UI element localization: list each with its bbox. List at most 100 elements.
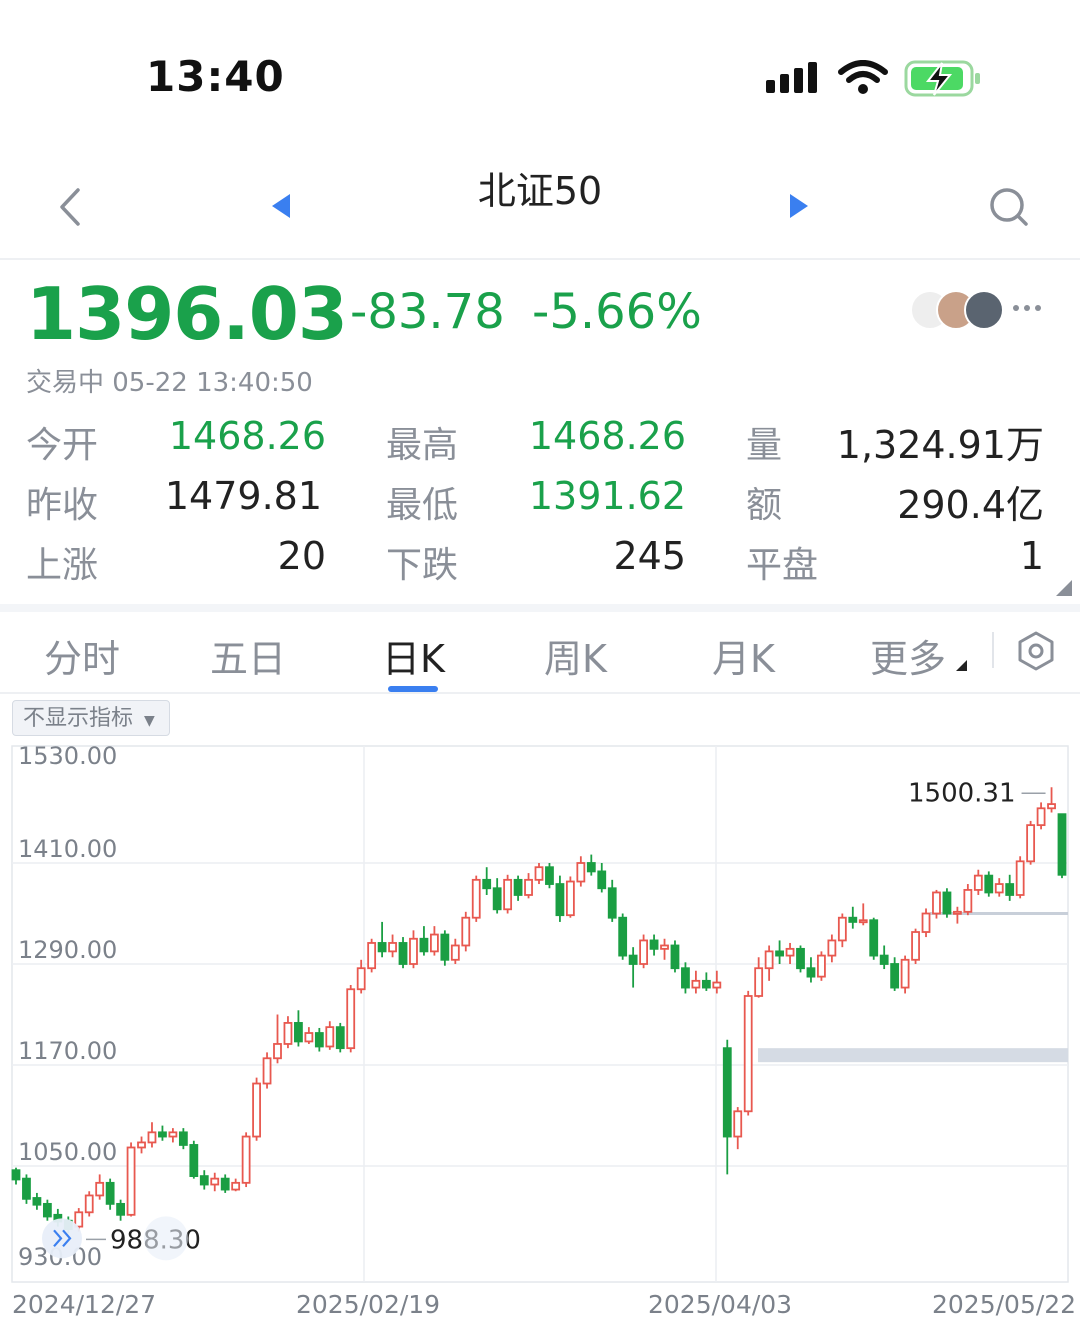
candle-up — [994, 883, 1004, 894]
high-value: 1468.26 — [528, 414, 686, 458]
candle-down — [555, 883, 565, 917]
candle-down — [42, 1202, 52, 1218]
candle-up — [1026, 824, 1036, 863]
candle-up — [304, 1032, 314, 1043]
candle-down — [869, 919, 879, 957]
candle-down — [513, 878, 523, 896]
candle-down — [984, 874, 994, 894]
amount-label: 额 — [746, 485, 783, 526]
status-time: 13:40 — [146, 52, 285, 101]
y-tick-label: 1410.00 — [18, 835, 117, 863]
candle-down — [116, 1202, 125, 1216]
x-tick-label: 2025/02/19 — [296, 1290, 441, 1319]
candle-up — [429, 933, 439, 953]
candle-down — [607, 887, 617, 919]
candle-down — [942, 891, 952, 915]
chart-frame — [11, 745, 1069, 1283]
candle-up — [900, 958, 910, 989]
candle-up — [241, 1135, 251, 1184]
settings-hexagon-icon[interactable] — [1016, 630, 1056, 672]
wifi-icon — [838, 60, 888, 94]
candle-down — [681, 967, 690, 989]
tab-daily-k[interactable]: 日K — [382, 628, 445, 683]
candle-up — [147, 1131, 157, 1144]
candle-down — [1005, 883, 1015, 896]
candle-down — [294, 1022, 303, 1043]
candle-down — [32, 1197, 42, 1206]
low-label: 最低 — [386, 485, 459, 526]
low-value: 1391.62 — [528, 474, 686, 518]
candle-down — [701, 979, 711, 989]
candle-down — [545, 866, 554, 885]
candle-up — [126, 1146, 136, 1216]
candle-down — [1057, 813, 1067, 876]
x-tick-label: 2025/05/22 — [932, 1290, 1077, 1319]
search-icon[interactable] — [988, 186, 1030, 228]
dropdown-corner-icon — [956, 660, 967, 671]
candle-up — [743, 995, 753, 1113]
x-tick-label: 2024/12/27 — [12, 1290, 157, 1319]
trading-status: 交易中 05-22 13:40:50 — [26, 368, 313, 398]
candle-down — [377, 942, 387, 953]
candle-up — [817, 954, 826, 978]
candle-up — [973, 874, 983, 891]
signal-icon — [766, 62, 817, 93]
candle-up — [837, 916, 847, 942]
user-avatars[interactable] — [910, 290, 1004, 330]
tab-weekly-k[interactable]: 周K — [544, 628, 607, 683]
indicator-select[interactable]: 不显示指标 ▼ — [12, 700, 170, 736]
last-price: 1396.03 — [26, 272, 348, 356]
candle-up — [409, 937, 418, 965]
y-tick-label: 1290.00 — [18, 936, 117, 964]
candle-down — [649, 939, 659, 950]
candle-down — [482, 878, 492, 890]
price-change: -83.78 — [350, 284, 505, 340]
price-change-pct: -5.66% — [532, 284, 702, 340]
prev-close-label: 昨收 — [26, 485, 99, 526]
candle-up — [325, 1026, 335, 1048]
more-dots-icon[interactable] — [1012, 303, 1042, 313]
candle-up — [1015, 860, 1025, 896]
candle-up — [963, 889, 973, 913]
divider — [0, 692, 1080, 694]
candle-up — [1047, 803, 1056, 810]
candle-up — [576, 862, 586, 883]
candle-down — [597, 870, 607, 890]
prev-close-value: 1479.81 — [164, 474, 322, 518]
candle-up — [461, 916, 471, 947]
candle-up — [346, 988, 356, 1050]
candle-down — [722, 1047, 732, 1138]
candle-down — [440, 933, 450, 961]
tab-more[interactable]: 更多 — [870, 628, 946, 683]
candle-up — [953, 910, 962, 915]
candle-down — [628, 954, 638, 965]
candle-up — [356, 967, 366, 991]
amount-value: 290.4亿 — [897, 483, 1044, 527]
candlestick-chart[interactable]: 1530.001410.001290.001170.001050.00930.0… — [0, 740, 1080, 1290]
next-triangle-icon[interactable] — [788, 192, 810, 220]
page-title: 北证50 — [477, 169, 603, 213]
candle-up — [565, 880, 575, 917]
avatar — [964, 290, 1004, 330]
candle-up — [168, 1131, 178, 1138]
candle-up — [367, 942, 377, 970]
expand-arrows-icon[interactable] — [1054, 580, 1074, 598]
candle-up — [262, 1057, 272, 1085]
down-count-label: 下跌 — [386, 545, 459, 586]
tab-five-day[interactable]: 五日 — [210, 628, 286, 683]
candle-up — [639, 939, 648, 965]
candle-up — [252, 1082, 261, 1138]
divider — [0, 258, 1080, 260]
tab-intraday[interactable]: 分时 — [44, 628, 120, 683]
tab-monthly-k[interactable]: 月K — [712, 628, 775, 683]
candle-up — [231, 1181, 241, 1191]
open-value: 1468.26 — [168, 414, 326, 458]
candle-down — [806, 967, 816, 978]
candle-up — [911, 931, 920, 961]
indicator-select-label: 不显示指标 — [23, 706, 134, 731]
candle-up — [660, 944, 669, 950]
candle-up — [503, 878, 513, 911]
candle-down — [11, 1169, 21, 1181]
candle-up — [534, 866, 544, 881]
candle-up — [932, 891, 941, 915]
